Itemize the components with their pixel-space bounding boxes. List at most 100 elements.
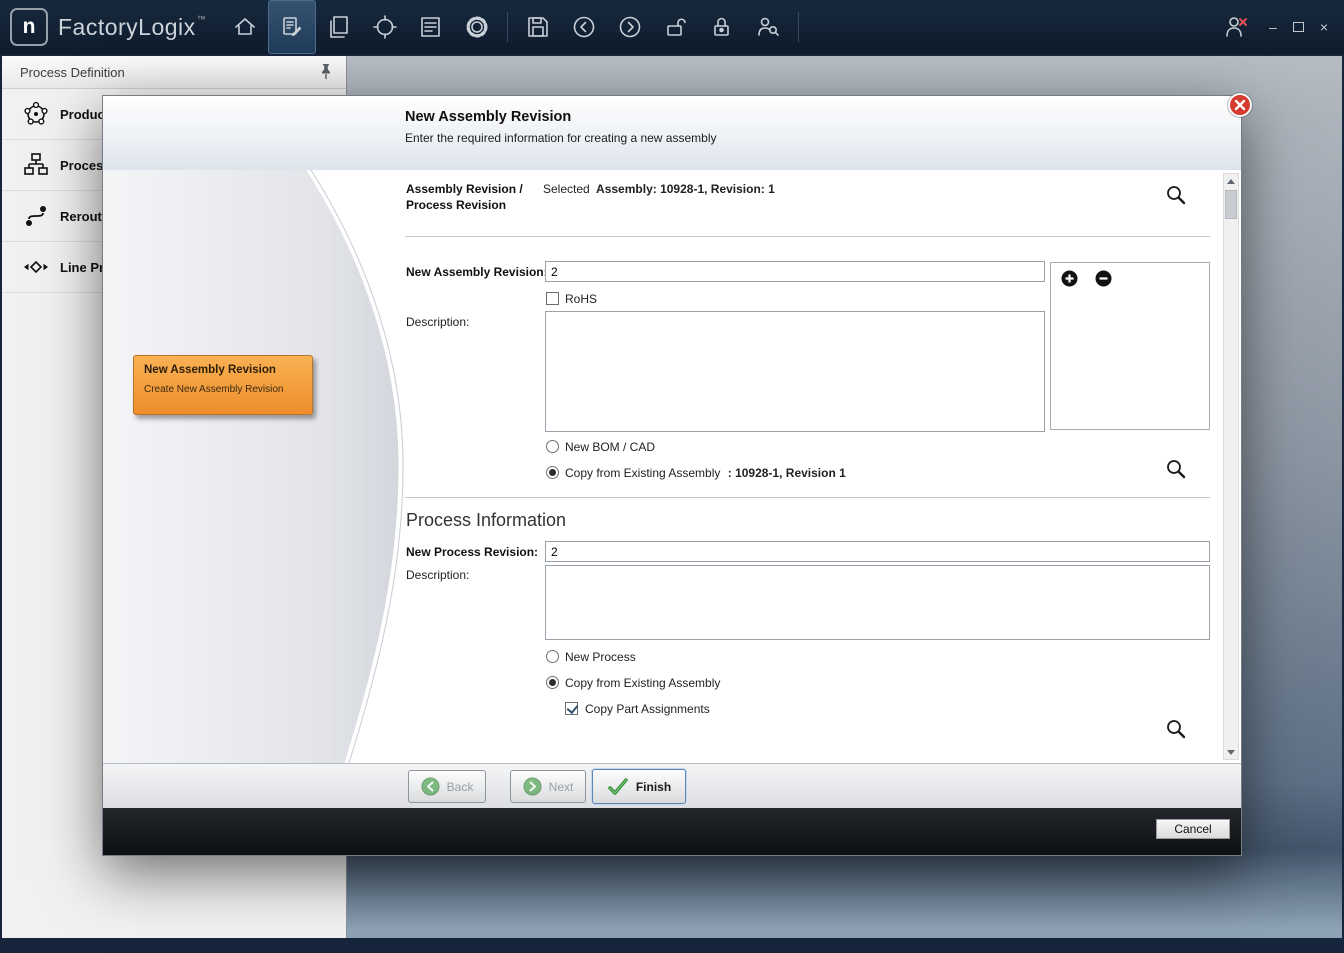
copy-part-assignments-checkbox[interactable] — [565, 702, 578, 715]
copy-assembly-value: : 10928-1, Revision 1 — [728, 466, 846, 480]
assembly-revision-label-line2: Process Revision — [406, 198, 506, 212]
search-process-icon[interactable] — [1165, 718, 1187, 743]
wizard-side-curve — [103, 170, 413, 763]
new-bom-cad-radio[interactable] — [546, 440, 559, 453]
step-subtitle: Create New Assembly Revision — [144, 384, 302, 395]
new-assembly-revision-dialog: New Assembly Revision Enter the required… — [103, 96, 1241, 855]
process-information-heading: Process Information — [406, 510, 566, 531]
sidebar-item-label: Produc — [60, 107, 105, 122]
dialog-header: New Assembly Revision Enter the required… — [103, 96, 1241, 171]
dialog-close-icon[interactable] — [1227, 92, 1253, 118]
finish-button[interactable]: Finish — [592, 769, 686, 804]
close-window-button[interactable]: × — [1320, 20, 1328, 34]
new-process-revision-input[interactable] — [545, 541, 1210, 562]
sidebar-item-label: Proces — [60, 158, 103, 173]
dialog-subtitle: Enter the required information for creat… — [405, 131, 717, 145]
new-assembly-revision-label: New Assembly Revision: — [406, 265, 548, 279]
new-bom-cad-label: New BOM / CAD — [565, 440, 655, 454]
settings-gear-icon[interactable] — [454, 1, 500, 53]
up-arrow-icon — [1227, 179, 1235, 184]
target-icon[interactable] — [362, 1, 408, 53]
assembly-description-label: Description: — [406, 315, 469, 329]
copy-existing-process-radio[interactable] — [546, 676, 559, 689]
scroll-up-button[interactable] — [1224, 174, 1238, 188]
scrollbar-thumb[interactable] — [1225, 190, 1237, 219]
scroll-down-button[interactable] — [1224, 745, 1238, 759]
step-title: New Assembly Revision — [144, 364, 302, 376]
copy-existing-assembly-radio[interactable] — [546, 466, 559, 479]
dialog-footer: Cancel — [103, 808, 1241, 855]
line-process-icon — [22, 253, 50, 281]
app-logo-icon: n — [10, 8, 48, 46]
new-process-radio[interactable] — [546, 650, 559, 663]
titlebar-right: – × — [1219, 1, 1344, 53]
app-name: FactoryLogix™ — [58, 14, 206, 41]
trademark: ™ — [197, 14, 207, 24]
panel-header: Process Definition — [2, 56, 346, 89]
lock-icon[interactable] — [699, 1, 745, 53]
process-icon — [22, 151, 50, 179]
edit-document-icon[interactable] — [268, 0, 316, 54]
sidebar-item-label: Line Pr — [60, 260, 104, 275]
save-icon[interactable] — [515, 1, 561, 53]
new-process-revision-label: New Process Revision: — [406, 545, 538, 559]
assembly-revision-label-line1: Assembly Revision / — [406, 182, 523, 196]
product-icon — [22, 100, 50, 128]
process-description-label: Description: — [406, 568, 469, 582]
search-copy-assembly-icon[interactable] — [1165, 458, 1187, 483]
selected-assembly-text: Selected Assembly: 10928-1, Revision: 1 — [543, 182, 775, 196]
sidebar-item-label: Rerout — [60, 209, 102, 224]
maximize-button[interactable] — [1293, 22, 1304, 32]
selected-assembly-value: Assembly: 10928-1, Revision: 1 — [596, 182, 775, 196]
new-process-label: New Process — [565, 650, 636, 664]
wizard-steps-panel: New Assembly Revision Create New Assembl… — [103, 170, 413, 763]
dialog-form: Assembly Revision / Process Revision Sel… — [405, 170, 1210, 763]
new-assembly-revision-input[interactable] — [545, 261, 1045, 282]
logo-letter: n — [23, 15, 36, 39]
selected-prefix: Selected — [543, 182, 590, 196]
add-icon[interactable] — [1061, 270, 1078, 290]
back-button[interactable]: Back — [408, 770, 486, 803]
cancel-button[interactable]: Cancel — [1156, 819, 1230, 839]
process-description-input[interactable] — [545, 565, 1210, 640]
report-icon[interactable] — [408, 1, 454, 53]
next-arrow-icon — [523, 777, 542, 796]
copy-label-text: Copy from Existing Assembly — [565, 466, 720, 480]
minimize-button[interactable]: – — [1269, 20, 1277, 34]
next-button[interactable]: Next — [510, 770, 586, 803]
back-circle-icon[interactable] — [561, 1, 607, 53]
documents-icon[interactable] — [316, 1, 362, 53]
user-logout-icon[interactable] — [1219, 1, 1253, 53]
dialog-body: New Assembly Revision Create New Assembl… — [103, 170, 1241, 763]
unlock-icon[interactable] — [653, 1, 699, 53]
remove-icon[interactable] — [1095, 270, 1112, 290]
next-button-label: Next — [549, 780, 574, 794]
pin-icon[interactable] — [318, 62, 334, 83]
user-search-icon[interactable] — [745, 1, 791, 53]
wizard-current-step: New Assembly Revision Create New Assembl… — [133, 355, 313, 415]
titlebar: n FactoryLogix™ — [0, 0, 1344, 54]
app-window: n FactoryLogix™ — [0, 0, 1344, 953]
revision-list-panel — [1050, 262, 1210, 430]
section-divider — [405, 497, 1210, 498]
back-arrow-icon — [421, 777, 440, 796]
down-arrow-icon — [1227, 750, 1235, 755]
section-divider — [405, 236, 1210, 237]
back-button-label: Back — [447, 780, 474, 794]
revision-list-ops — [1051, 263, 1209, 290]
scrollbar[interactable] — [1223, 173, 1239, 760]
copy-existing-assembly-label: Copy from Existing Assembly : 10928-1, R… — [565, 466, 846, 480]
toolbar-separator — [507, 12, 508, 42]
dialog-button-bar: Back Next Finish — [103, 763, 1241, 809]
assembly-description-input[interactable] — [545, 311, 1045, 432]
panel-title: Process Definition — [20, 65, 125, 80]
copy-part-assignments-label: Copy Part Assignments — [585, 702, 710, 716]
toolbar-separator — [798, 12, 799, 42]
rohs-checkbox[interactable] — [546, 292, 559, 305]
search-assembly-icon[interactable] — [1165, 184, 1187, 209]
dialog-title: New Assembly Revision — [405, 109, 571, 125]
main-toolbar — [222, 0, 806, 54]
copy-existing-process-label: Copy from Existing Assembly — [565, 676, 720, 690]
home-icon[interactable] — [222, 1, 268, 53]
forward-circle-icon[interactable] — [607, 1, 653, 53]
